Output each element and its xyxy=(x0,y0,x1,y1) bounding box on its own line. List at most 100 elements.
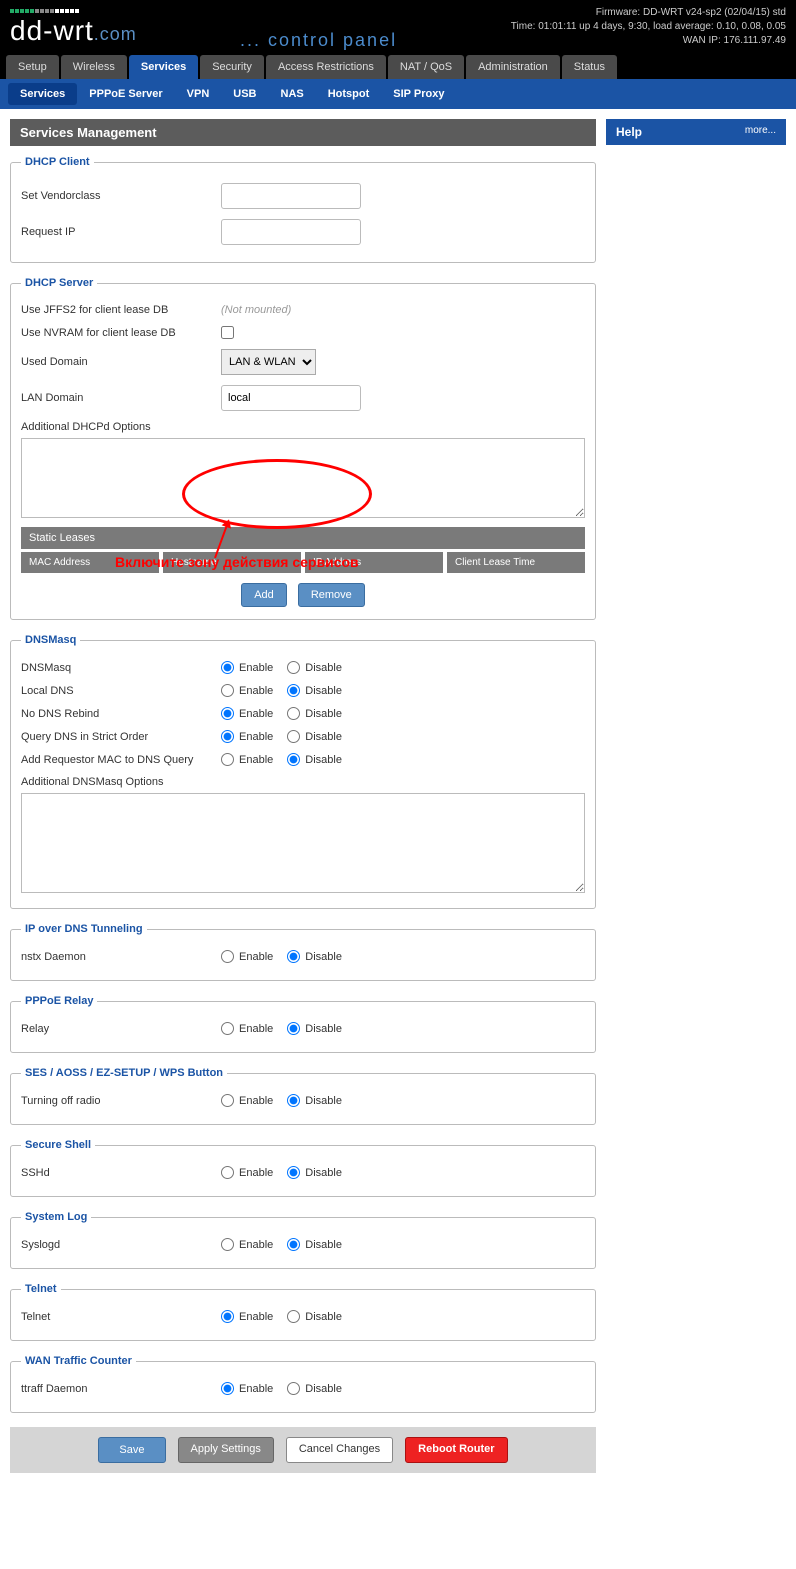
logo: dd-wrt.com xyxy=(10,15,137,47)
maintab-nat-qos[interactable]: NAT / QoS xyxy=(388,55,464,79)
simp3-enable-radio[interactable] xyxy=(221,1166,234,1179)
used-domain-label: Used Domain xyxy=(21,356,221,368)
simp2-disable-radio[interactable] xyxy=(287,1094,300,1107)
remove-button[interactable]: Remove xyxy=(298,583,365,607)
section-telnet: Telnet Telnet Enable Disable xyxy=(10,1283,596,1341)
dhcp-client-section: DHCP Client Set Vendorclass Request IP xyxy=(10,156,596,263)
maintab-services[interactable]: Services xyxy=(129,55,198,79)
maintab-security[interactable]: Security xyxy=(200,55,264,79)
reboot-button[interactable]: Reboot Router xyxy=(405,1437,507,1463)
simp1-enable-radio[interactable] xyxy=(221,1022,234,1035)
disable-label: Disable xyxy=(305,1239,342,1251)
logo-com: .com xyxy=(94,24,137,44)
nvram-label: Use NVRAM for client lease DB xyxy=(21,327,221,339)
simp1-disable-radio[interactable] xyxy=(287,1022,300,1035)
simp5-enable-radio[interactable] xyxy=(221,1310,234,1323)
section-system-log: System LogSyslogdEnableDisable xyxy=(10,1211,596,1269)
section-label: ttraff Daemon xyxy=(21,1383,221,1395)
disable-label: Disable xyxy=(305,1095,342,1107)
col-lease: Client Lease Time xyxy=(447,552,585,573)
subtab-hotspot[interactable]: Hotspot xyxy=(316,83,382,105)
lan-domain-label: LAN Domain xyxy=(21,392,221,404)
additional-dnsmasq-textarea[interactable] xyxy=(21,793,585,893)
dnsmasq0-enable-radio[interactable] xyxy=(221,661,234,674)
dnsmasq-row-label-4: Add Requestor MAC to DNS Query xyxy=(21,754,221,766)
dnsmasq-row-label-2: No DNS Rebind xyxy=(21,708,221,720)
section-label: SSHd xyxy=(21,1167,221,1179)
simp6-disable-radio[interactable] xyxy=(287,1382,300,1395)
logo-dots xyxy=(10,6,137,15)
disable-label: Disable xyxy=(305,662,342,674)
disable-label: Disable xyxy=(305,754,342,766)
enable-label: Enable xyxy=(239,754,273,766)
simp2-enable-radio[interactable] xyxy=(221,1094,234,1107)
simp3-disable-radio[interactable] xyxy=(287,1166,300,1179)
sub-tabs: ServicesPPPoE ServerVPNUSBNASHotspotSIP … xyxy=(0,79,796,109)
dnsmasq-section: DNSMasq DNSMasqEnableDisableLocal DNSEna… xyxy=(10,634,596,909)
set-vendorclass-label: Set Vendorclass xyxy=(21,190,221,202)
disable-label: Disable xyxy=(305,1383,342,1395)
dnsmasq4-enable-radio[interactable] xyxy=(221,753,234,766)
subtab-vpn[interactable]: VPN xyxy=(175,83,222,105)
maintab-wireless[interactable]: Wireless xyxy=(61,55,127,79)
enable-label: Enable xyxy=(239,1239,273,1251)
simp4-disable-radio[interactable] xyxy=(287,1238,300,1251)
enable-label: Enable xyxy=(239,1311,273,1323)
simp0-enable-radio[interactable] xyxy=(221,950,234,963)
help-more[interactable]: more... xyxy=(745,125,776,139)
simp0-disable-radio[interactable] xyxy=(287,950,300,963)
subtab-sip-proxy[interactable]: SIP Proxy xyxy=(381,83,456,105)
disable-label: Disable xyxy=(305,951,342,963)
maintab-status[interactable]: Status xyxy=(562,55,617,79)
apply-button[interactable]: Apply Settings xyxy=(178,1437,274,1463)
nvram-checkbox[interactable] xyxy=(221,326,234,339)
header: dd-wrt.com ... control panel Firmware: D… xyxy=(0,0,796,55)
disable-label: Disable xyxy=(305,685,342,697)
simp6-enable-radio[interactable] xyxy=(221,1382,234,1395)
enable-label: Enable xyxy=(239,951,273,963)
dnsmasq0-disable-radio[interactable] xyxy=(287,661,300,674)
section-pppoe-relay: PPPoE RelayRelayEnableDisable xyxy=(10,995,596,1053)
request-ip-label: Request IP xyxy=(21,226,221,238)
dnsmasq-legend: DNSMasq xyxy=(21,634,80,646)
simp4-enable-radio[interactable] xyxy=(221,1238,234,1251)
section-legend: Telnet xyxy=(21,1283,61,1295)
dnsmasq3-enable-radio[interactable] xyxy=(221,730,234,743)
dnsmasq1-disable-radio[interactable] xyxy=(287,684,300,697)
maintab-setup[interactable]: Setup xyxy=(6,55,59,79)
set-vendorclass-input[interactable] xyxy=(221,183,361,209)
help-bar[interactable]: Help more... xyxy=(606,119,786,145)
dnsmasq3-disable-radio[interactable] xyxy=(287,730,300,743)
subtab-pppoe-server[interactable]: PPPoE Server xyxy=(77,83,174,105)
help-title: Help xyxy=(616,125,642,139)
section-legend: IP over DNS Tunneling xyxy=(21,923,147,935)
dnsmasq4-disable-radio[interactable] xyxy=(287,753,300,766)
subtab-usb[interactable]: USB xyxy=(221,83,268,105)
maintab-administration[interactable]: Administration xyxy=(466,55,560,79)
simp5-disable-radio[interactable] xyxy=(287,1310,300,1323)
section-wan-traffic-counter: WAN Traffic Counterttraff DaemonEnableDi… xyxy=(10,1355,596,1413)
lan-domain-input[interactable] xyxy=(221,385,361,411)
cancel-button[interactable]: Cancel Changes xyxy=(286,1437,393,1463)
additional-dhcpd-textarea[interactable] xyxy=(21,438,585,518)
additional-dhcpd-label: Additional DHCPd Options xyxy=(21,421,221,433)
disable-label: Disable xyxy=(305,1311,342,1323)
subtab-nas[interactable]: NAS xyxy=(269,83,316,105)
disable-label: Disable xyxy=(305,708,342,720)
dnsmasq1-enable-radio[interactable] xyxy=(221,684,234,697)
annotation-text: Включите зону действия сервисов xyxy=(115,554,359,570)
dnsmasq2-enable-radio[interactable] xyxy=(221,707,234,720)
page-title: Services Management xyxy=(10,119,596,146)
request-ip-input[interactable] xyxy=(221,219,361,245)
save-button[interactable]: Save xyxy=(98,1437,165,1463)
subtab-services[interactable]: Services xyxy=(8,83,77,105)
footer-buttons: Save Apply Settings Cancel Changes Reboo… xyxy=(10,1427,596,1473)
dnsmasq-row-label-0: DNSMasq xyxy=(21,662,221,674)
disable-label: Disable xyxy=(305,731,342,743)
used-domain-select[interactable]: LAN & WLAN xyxy=(221,349,316,375)
add-button[interactable]: Add xyxy=(241,583,287,607)
section-label: Syslogd xyxy=(21,1239,221,1251)
maintab-access-restrictions[interactable]: Access Restrictions xyxy=(266,55,386,79)
section-label: Telnet xyxy=(21,1311,221,1323)
dnsmasq2-disable-radio[interactable] xyxy=(287,707,300,720)
